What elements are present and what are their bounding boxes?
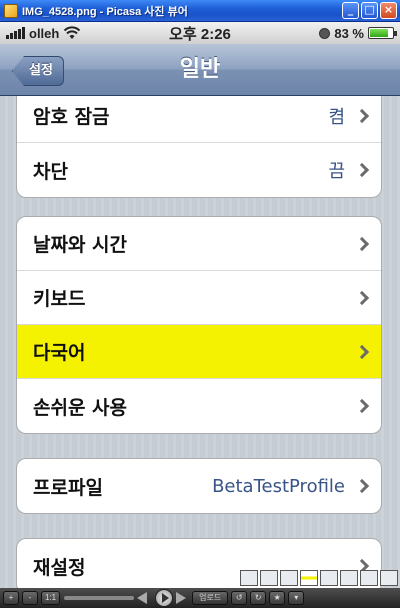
row-label: 키보드 <box>33 288 86 310</box>
upload-button[interactable]: 업로드 <box>192 591 229 605</box>
slideshow-play-button[interactable] <box>155 589 174 607</box>
status-right: 83 % <box>319 25 397 41</box>
chevron-right-icon <box>354 236 370 251</box>
row-keyboard[interactable]: 키보드 <box>17 271 381 325</box>
carrier-name: olleh <box>29 25 60 41</box>
close-button[interactable]: × <box>380 2 397 19</box>
security-group: 암호 잠금 켬 차단 끔 <box>16 96 382 198</box>
thumbnail[interactable] <box>340 570 358 586</box>
wifi-icon <box>64 26 81 39</box>
row-restrictions[interactable]: 차단 끔 <box>17 143 381 197</box>
settings-list: 암호 잠금 켬 차단 끔 날짜와 시간 키보드 다국어 손쉬운 사용 프로파일 … <box>0 96 400 588</box>
chevron-right-icon <box>354 344 370 359</box>
zoom-in-button[interactable]: + <box>3 591 19 605</box>
locale-group: 날짜와 시간 키보드 다국어 손쉬운 사용 <box>16 216 382 434</box>
profile-group: 프로파일 BetaTestProfile <box>16 458 382 514</box>
battery-percent: 83 % <box>334 25 364 41</box>
thumbnail[interactable] <box>280 570 298 586</box>
row-label: 암호 잠금 <box>33 106 110 128</box>
row-profile[interactable]: 프로파일 BetaTestProfile <box>17 459 381 513</box>
navigation-bar: 일반 설정 <box>0 44 400 96</box>
row-label: 날짜와 시간 <box>33 234 128 256</box>
minimize-button[interactable]: _ <box>342 2 359 19</box>
row-value: BetaTestProfile <box>212 475 345 497</box>
viewer-toolbar: + - 1:1 업로드 ↺ ↻ ★ ▾ <box>0 588 400 608</box>
rotate-left-icon[interactable]: ↺ <box>231 591 248 605</box>
chevron-right-icon <box>354 478 370 494</box>
menu-arrow-icon[interactable]: ▾ <box>288 591 305 605</box>
thumbnail-strip <box>240 570 398 586</box>
row-date-time[interactable]: 날짜와 시간 <box>17 217 381 271</box>
lock-rotation-icon <box>319 27 331 39</box>
row-accessibility[interactable]: 손쉬운 사용 <box>17 379 381 433</box>
zoom-out-button[interactable]: - <box>22 591 38 605</box>
battery-icon <box>368 27 397 39</box>
zoom-slider[interactable] <box>64 596 135 600</box>
star-icon[interactable]: ★ <box>269 591 286 605</box>
actual-size-button[interactable]: 1:1 <box>41 591 61 605</box>
rotate-right-icon[interactable]: ↻ <box>250 591 267 605</box>
window-titlebar: IMG_4528.png - Picasa 사진 뷰어 _ □ × <box>0 0 400 22</box>
signal-strength-icon <box>6 27 25 39</box>
window-controls: _ □ × <box>342 2 397 19</box>
row-value: 켬 <box>328 106 345 128</box>
previous-arrow-icon[interactable] <box>137 592 148 604</box>
row-label: 재설정 <box>33 556 86 579</box>
row-passcode-lock[interactable]: 암호 잠금 켬 <box>17 96 381 143</box>
chevron-right-icon <box>354 162 370 178</box>
thumbnail[interactable] <box>380 570 398 586</box>
thumbnail[interactable] <box>300 570 318 586</box>
chevron-right-icon <box>354 290 370 305</box>
thumbnail[interactable] <box>360 570 378 586</box>
row-value: 끔 <box>328 161 345 182</box>
row-label: 손쉬운 사용 <box>33 396 128 419</box>
chevron-right-icon <box>354 398 370 414</box>
thumbnail[interactable] <box>260 570 278 586</box>
next-arrow-icon[interactable] <box>176 592 187 604</box>
maximize-button[interactable]: □ <box>361 2 378 19</box>
row-label: 차단 <box>33 160 68 183</box>
row-label: 프로파일 <box>33 476 103 499</box>
window-title: IMG_4528.png - Picasa 사진 뷰어 <box>22 5 188 18</box>
status-bar: olleh 오후 2:26 83 % <box>0 22 400 44</box>
row-international[interactable]: 다국어 <box>17 325 381 379</box>
chevron-right-icon <box>354 108 370 123</box>
row-label: 다국어 <box>33 342 86 364</box>
picasa-app-icon <box>4 3 18 18</box>
thumbnail[interactable] <box>240 570 258 586</box>
thumbnail[interactable] <box>320 570 338 586</box>
battery-level <box>370 29 389 37</box>
